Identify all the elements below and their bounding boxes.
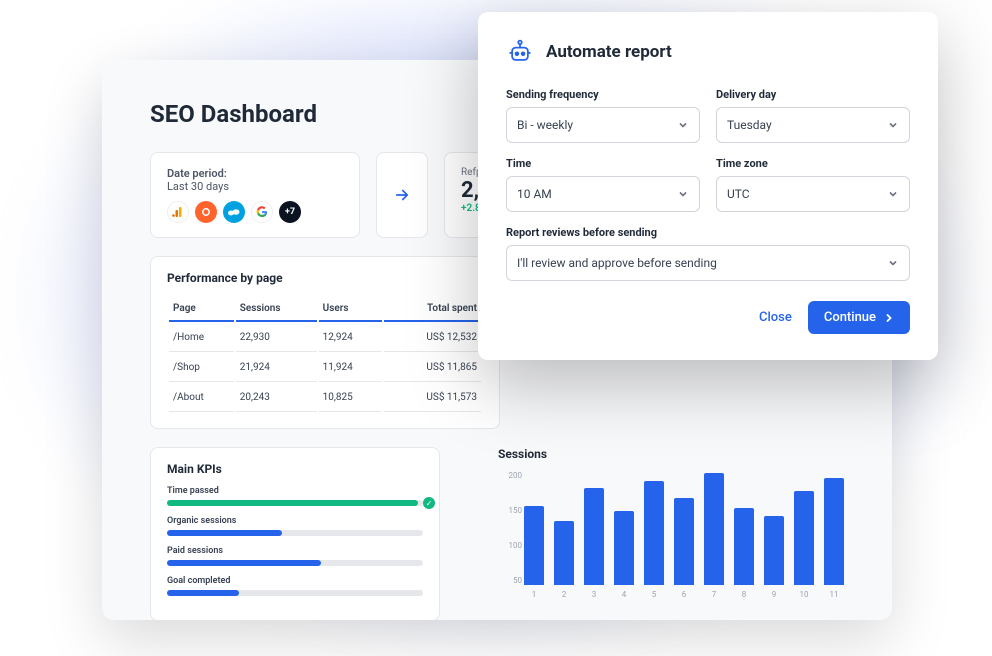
more-integrations-badge[interactable]: +7: [279, 201, 301, 223]
chevron-down-icon: [677, 188, 689, 200]
tz-label: Time zone: [716, 157, 910, 170]
chevron-down-icon: [887, 188, 899, 200]
col-sessions: Sessions: [236, 297, 317, 322]
sessions-bar-chart: 20015010050 1234567891011: [498, 471, 844, 601]
chart-bar[interactable]: 5: [644, 481, 664, 585]
chart-bar[interactable]: 1: [524, 506, 544, 585]
modal-title: Automate report: [546, 42, 672, 62]
chevron-down-icon: [677, 119, 689, 131]
close-button[interactable]: Close: [759, 310, 792, 325]
field-delivery-day: Delivery day Tuesday: [716, 88, 910, 143]
table-row[interactable]: /About20,24310,825US$ 11,573: [169, 384, 481, 412]
continue-button[interactable]: Continue: [808, 301, 910, 334]
kpi-row: Paid sessions: [167, 546, 423, 566]
chevron-down-icon: [887, 119, 899, 131]
google-icon: [251, 201, 273, 223]
table-row[interactable]: /Home22,93012,924US$ 12,532: [169, 324, 481, 352]
integration-icons: +7: [167, 201, 343, 223]
field-time: Time 10 AM: [506, 157, 700, 212]
chart-bar[interactable]: 6: [674, 498, 694, 585]
robot-icon: [506, 38, 534, 66]
ga-icon: [167, 201, 189, 223]
period-label: Date period:: [167, 167, 343, 180]
chevron-right-icon: [884, 313, 894, 323]
review-select[interactable]: I'll review and approve before sending: [506, 245, 910, 281]
chart-bar[interactable]: 4: [614, 511, 634, 585]
field-review: Report reviews before sending I'll revie…: [506, 226, 910, 281]
arrow-right-icon: [393, 182, 411, 208]
chart-bar[interactable]: 11: [824, 478, 844, 585]
col-spent: Total spent: [384, 297, 481, 322]
field-frequency: Sending frequency Bi - weekly: [506, 88, 700, 143]
freq-label: Sending frequency: [506, 88, 700, 101]
kpi-title: Main KPIs: [167, 462, 423, 476]
chart-bar[interactable]: 8: [734, 508, 754, 585]
arrow-card: [376, 152, 428, 238]
performance-table-card: Performance by page Page Sessions Users …: [150, 256, 500, 429]
day-select[interactable]: Tuesday: [716, 107, 910, 143]
semrush-icon: [195, 201, 217, 223]
freq-select[interactable]: Bi - weekly: [506, 107, 700, 143]
sessions-chart-card: Sessions 20015010050 1234567891011: [460, 447, 844, 620]
col-users: Users: [319, 297, 382, 322]
perf-title: Performance by page: [167, 271, 483, 285]
automate-report-modal: Automate report Sending frequency Bi - w…: [478, 12, 938, 360]
date-period-card[interactable]: Date period: Last 30 days +7: [150, 152, 360, 238]
chart-bar[interactable]: 7: [704, 473, 724, 585]
sessions-title: Sessions: [498, 447, 844, 461]
col-page: Page: [169, 297, 234, 322]
tz-select[interactable]: UTC: [716, 176, 910, 212]
kpi-row: Time passed✓: [167, 486, 423, 506]
chevron-down-icon: [887, 257, 899, 269]
chart-bar[interactable]: 9: [764, 516, 784, 585]
table-row[interactable]: /Shop21,92411,924US$ 11,865: [169, 354, 481, 382]
y-axis: 20015010050: [498, 471, 522, 585]
perf-table: Page Sessions Users Total spent /Home22,…: [167, 295, 483, 414]
field-timezone: Time zone UTC: [716, 157, 910, 212]
chart-bar[interactable]: 3: [584, 488, 604, 585]
kpi-row: Goal completed: [167, 576, 423, 596]
kpi-row: Organic sessions: [167, 516, 423, 536]
time-label: Time: [506, 157, 700, 170]
chart-bar[interactable]: 2: [554, 521, 574, 585]
period-value: Last 30 days: [167, 180, 343, 193]
kpi-card: Main KPIs Time passed✓ Organic sessions Pa…: [150, 447, 440, 620]
review-label: Report reviews before sending: [506, 226, 910, 239]
time-select[interactable]: 10 AM: [506, 176, 700, 212]
day-label: Delivery day: [716, 88, 910, 101]
check-icon: ✓: [423, 497, 435, 509]
chart-bar[interactable]: 10: [794, 491, 814, 585]
salesforce-icon: [223, 201, 245, 223]
